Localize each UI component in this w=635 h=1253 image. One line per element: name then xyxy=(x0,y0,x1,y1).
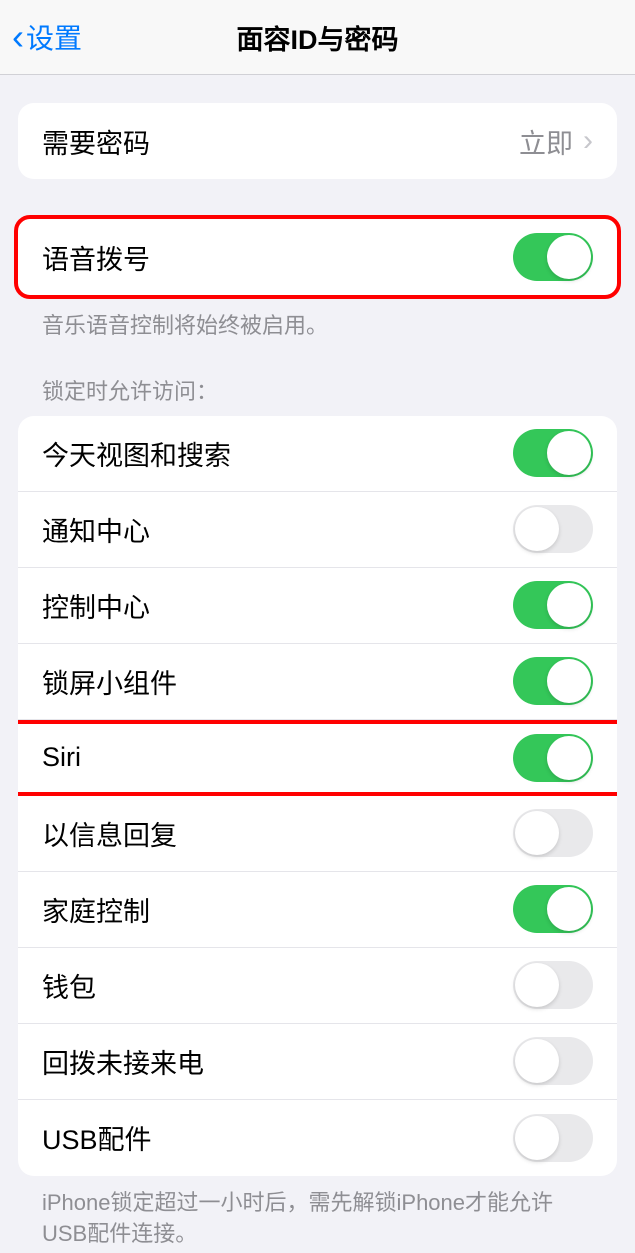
lock-access-list: 今天视图和搜索通知中心控制中心锁屏小组件 Siri 以信息回复家庭控制钱包回拨未接来… xyxy=(18,416,617,1176)
toggle-knob xyxy=(515,1116,559,1160)
lock-access-row: 钱包 xyxy=(18,948,617,1024)
lock-access-row: 家庭控制 xyxy=(18,872,617,948)
lock-access-label: USB配件 xyxy=(42,1118,152,1157)
toggle-knob xyxy=(547,659,591,703)
lock-access-row: 以信息回复 xyxy=(18,796,617,872)
toggle-knob xyxy=(547,583,591,627)
chevron-right-icon: › xyxy=(583,124,593,158)
lock-access-row: 今天视图和搜索 xyxy=(18,416,617,492)
lock-access-label: 通知中心 xyxy=(42,510,150,549)
lock-access-footer: iPhone锁定超过一小时后，需先解锁iPhone才能允许USB配件连接。 xyxy=(18,1176,617,1250)
lock-access-label: 回拨未接来电 xyxy=(42,1042,204,1081)
lock-access-row: 锁屏小组件 xyxy=(18,644,617,720)
require-passcode-value: 立即 xyxy=(519,122,573,161)
lock-access-toggle[interactable] xyxy=(513,734,593,782)
lock-access-row: USB配件 xyxy=(18,1100,617,1176)
require-passcode-label: 需要密码 xyxy=(42,122,150,161)
lock-access-toggle[interactable] xyxy=(513,581,593,629)
lock-access-row: 通知中心 xyxy=(18,492,617,568)
voice-dial-toggle[interactable] xyxy=(513,233,593,281)
lock-access-toggle[interactable] xyxy=(513,961,593,1009)
toggle-knob xyxy=(547,431,591,475)
lock-access-toggle[interactable] xyxy=(513,505,593,553)
toggle-knob xyxy=(547,887,591,931)
lock-access-label: 以信息回复 xyxy=(42,814,177,853)
lock-access-row: 控制中心 xyxy=(18,568,617,644)
lock-access-toggle[interactable] xyxy=(513,809,593,857)
chevron-left-icon: ‹ xyxy=(12,16,24,58)
navigation-header: ‹ 设置 面容ID与密码 xyxy=(0,0,635,75)
page-title: 面容ID与密码 xyxy=(237,18,399,57)
toggle-knob xyxy=(515,963,559,1007)
back-button[interactable]: ‹ 设置 xyxy=(0,16,82,58)
lock-access-header: 锁定时允许访问： xyxy=(18,374,617,416)
toggle-knob xyxy=(547,235,591,279)
voice-dial-label: 语音拨号 xyxy=(42,238,150,277)
require-passcode-row[interactable]: 需要密码 立即 › xyxy=(18,103,617,179)
toggle-knob xyxy=(515,507,559,551)
lock-access-label: 控制中心 xyxy=(42,586,150,625)
lock-access-row: 回拨未接来电 xyxy=(18,1024,617,1100)
lock-access-toggle[interactable] xyxy=(513,1037,593,1085)
voice-dial-highlight: 语音拨号 xyxy=(14,215,621,299)
lock-access-row: Siri xyxy=(18,720,617,796)
lock-access-label: 钱包 xyxy=(42,966,96,1005)
voice-dial-row: 语音拨号 xyxy=(18,219,617,295)
toggle-knob xyxy=(515,811,559,855)
lock-access-label: 家庭控制 xyxy=(42,890,150,929)
voice-dial-footer: 音乐语音控制将始终被启用。 xyxy=(18,299,617,342)
lock-access-toggle[interactable] xyxy=(513,1114,593,1162)
lock-access-label: 锁屏小组件 xyxy=(42,662,177,701)
toggle-knob xyxy=(547,736,591,780)
lock-access-toggle[interactable] xyxy=(513,885,593,933)
lock-access-label: Siri xyxy=(42,742,81,773)
lock-access-toggle[interactable] xyxy=(513,657,593,705)
lock-access-label: 今天视图和搜索 xyxy=(42,434,231,473)
toggle-knob xyxy=(515,1039,559,1083)
back-label: 设置 xyxy=(26,17,82,57)
lock-access-toggle[interactable] xyxy=(513,429,593,477)
